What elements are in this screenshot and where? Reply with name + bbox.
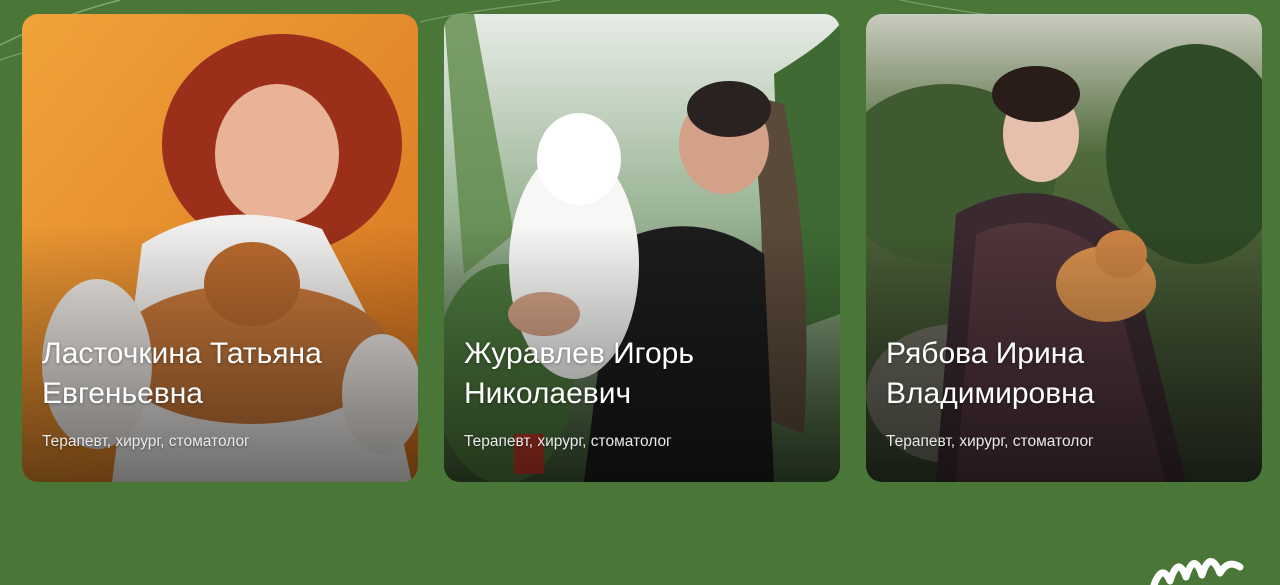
brand-scribble-icon (1150, 558, 1244, 585)
doctor-name: Ласточкина Татьяна Евгеньевна (42, 337, 322, 410)
doctors-list: Ласточкина Татьяна Евгеньевна Терапевт, … (22, 14, 1262, 482)
doctor-role: Терапевт, хирург, стоматолог (886, 433, 1094, 450)
doctor-card[interactable]: Ласточкина Татьяна Евгеньевна Терапевт, … (22, 14, 418, 482)
doctor-card[interactable]: Журавлев Игорь Николаевич Терапевт, хиру… (444, 14, 840, 482)
doctor-card[interactable]: Рябова Ирина Владимировна Терапевт, хиру… (866, 14, 1262, 482)
doctor-role: Терапевт, хирург, стоматолог (464, 433, 672, 450)
doctor-role: Терапевт, хирург, стоматолог (42, 433, 250, 450)
doctor-name: Журавлев Игорь Николаевич (464, 337, 694, 410)
doctor-name: Рябова Ирина Владимировна (886, 337, 1095, 410)
